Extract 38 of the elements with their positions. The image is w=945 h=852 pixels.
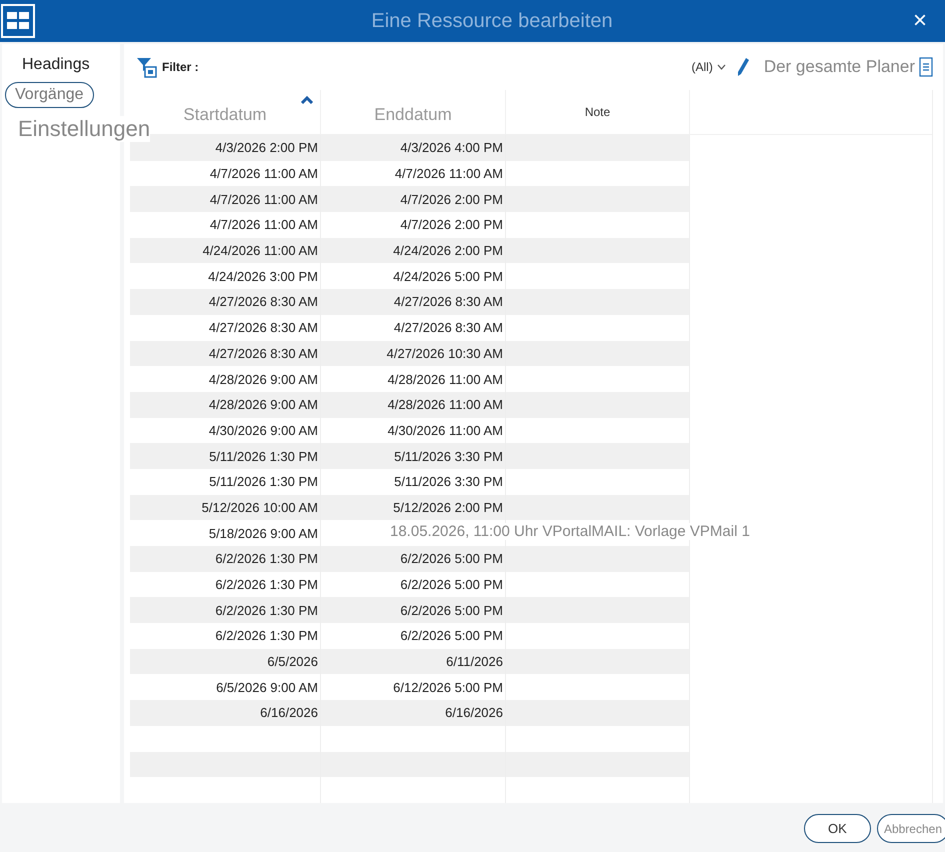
table-cell: 4/28/2026 9:00 AM <box>130 392 321 418</box>
ok-button[interactable]: OK <box>804 814 871 843</box>
column-header[interactable]: Enddatum <box>321 90 506 134</box>
table-cell: 5/11/2026 1:30 PM <box>130 443 321 469</box>
filter-label: Filter : <box>162 60 199 74</box>
caret-icon <box>716 64 726 70</box>
table-cell: 4/24/2026 2:00 PM <box>321 238 506 264</box>
table-cell: 4/27/2026 8:30 AM <box>321 289 506 315</box>
table-cell: 6/5/2026 <box>130 648 321 674</box>
table-cell: 4/27/2026 8:30 AM <box>130 340 321 366</box>
table-cell: 5/12/2026 10:00 AM <box>130 494 321 520</box>
sidebar-item[interactable]: Vorgänge <box>5 82 94 108</box>
filter-icon <box>136 56 158 78</box>
pencil-icon[interactable] <box>736 57 750 77</box>
table-cell: 4/27/2026 8:30 AM <box>130 289 321 315</box>
close-button[interactable]: × <box>908 7 931 35</box>
table-cell: 4/3/2026 4:00 PM <box>321 135 506 161</box>
column-header[interactable]: Note <box>506 90 690 134</box>
window-title: Eine Ressource bearbeiten <box>370 10 614 32</box>
scope-dropdown[interactable]: (All) <box>685 60 732 74</box>
table-cell: 4/27/2026 10:30 AM <box>321 340 506 366</box>
table-cell: 6/2/2026 1:30 PM <box>130 597 321 624</box>
table-cell: 5/11/2026 3:30 PM <box>321 443 506 469</box>
table-cell: 6/11/2026 <box>321 648 506 674</box>
cancel-button[interactable]: Abbrechen <box>876 814 945 843</box>
sidebar-heading: Headings <box>22 56 90 74</box>
table-cell: 4/24/2026 11:00 AM <box>130 238 321 264</box>
table-cell: 6/16/2026 <box>130 700 321 726</box>
table-cell: 6/2/2026 5:00 PM <box>321 597 506 624</box>
table-cell: 6/2/2026 1:30 PM <box>130 546 321 572</box>
table-cell: 4/7/2026 11:00 AM <box>130 186 321 212</box>
table-cell: 5/12/2026 2:00 PM <box>321 494 506 520</box>
table-cell: 4/28/2026 11:00 AM <box>321 392 506 418</box>
list-icon[interactable] <box>919 57 933 77</box>
table-cell: 6/2/2026 5:00 PM <box>321 546 506 572</box>
table-cell: 6/16/2026 <box>321 700 506 726</box>
table-cell: 4/7/2026 2:00 PM <box>321 186 506 212</box>
view-selector[interactable]: Der gesamte Planer <box>764 57 915 77</box>
